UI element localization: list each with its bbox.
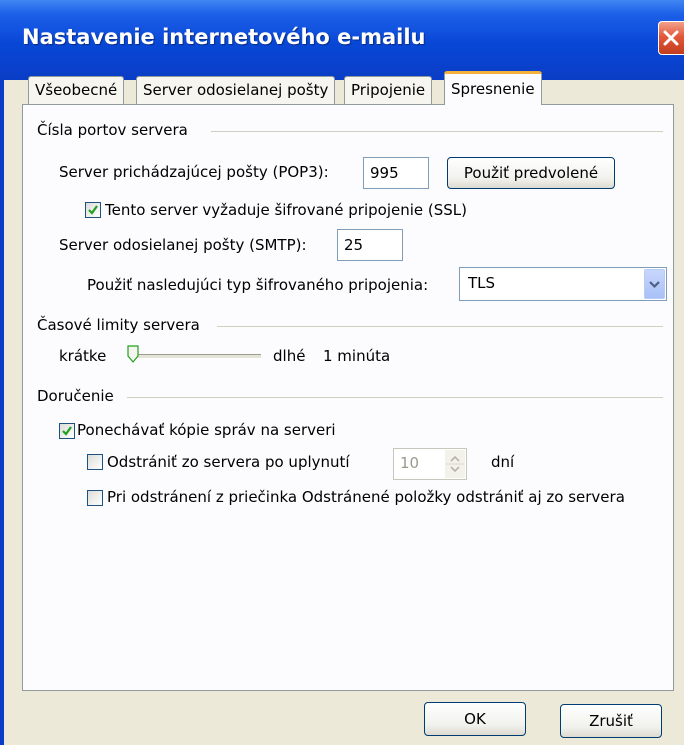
dialog-window: Nastavenie internetového e-mailu Všeobec…: [0, 0, 684, 745]
group-label-timeouts: Časové limity servera: [37, 316, 200, 334]
timeout-slider-track[interactable]: [133, 354, 261, 359]
checkmark-icon: [62, 426, 72, 436]
incoming-port-input[interactable]: 995: [363, 157, 429, 189]
encryption-type-value: TLS: [468, 274, 496, 292]
group-label-ports: Čísla portov servera: [37, 121, 188, 139]
remove-after-checkbox[interactable]: [87, 454, 103, 470]
timeout-value: 1 minúta: [323, 347, 391, 365]
encryption-type-select[interactable]: TLS: [459, 267, 667, 301]
ssl-checkbox[interactable]: [85, 202, 101, 218]
outgoing-port-label: Server odosielanej pošty (SMTP):: [59, 236, 307, 254]
remove-after-days-spinner[interactable]: 10: [393, 448, 467, 480]
group-label-delivery: Doručenie: [37, 387, 114, 405]
tab-panel-spresnenie: Čísla portov servera Server prichádzajúc…: [22, 104, 674, 691]
dropdown-button[interactable]: [644, 269, 665, 299]
chevron-down-icon: [649, 281, 660, 289]
timeout-long-label: dlhé: [273, 347, 306, 365]
keep-copies-label: Ponechávať kópie správ na serveri: [77, 421, 336, 439]
ok-button[interactable]: OK: [424, 702, 526, 736]
timeout-short-label: krátke: [59, 347, 107, 365]
remove-deleted-label: Pri odstránení z priečinka Odstránené po…: [107, 488, 625, 506]
window-title: Nastavenie internetového e-mailu: [22, 25, 426, 49]
use-defaults-button[interactable]: Použiť predvolené: [447, 157, 615, 189]
cancel-button[interactable]: Zrušiť: [560, 704, 662, 738]
spinner-arrows-icon: [446, 455, 464, 473]
spinner-buttons[interactable]: [445, 450, 465, 478]
remove-after-days-value: 10: [400, 454, 420, 472]
close-button[interactable]: [658, 21, 684, 55]
checkmark-icon: [88, 205, 98, 215]
remove-deleted-checkbox[interactable]: [87, 490, 103, 506]
days-unit-label: dní: [491, 453, 515, 471]
remove-after-label: Odstrániť zo servera po uplynutí: [107, 453, 350, 471]
title-bar[interactable]: Nastavenie internetového e-mailu: [0, 0, 684, 80]
timeout-slider-thumb[interactable]: [127, 345, 139, 365]
keep-copies-checkbox[interactable]: [59, 423, 75, 439]
group-divider: [211, 131, 663, 132]
tab-spresnenie[interactable]: Spresnenie: [444, 71, 542, 105]
encryption-type-label: Použiť nasledujúci typ šifrovaného pripo…: [87, 276, 429, 294]
tab-vseobecne[interactable]: Všeobecné: [28, 76, 125, 104]
close-icon: [663, 30, 679, 46]
ssl-checkbox-label: Tento server vyžaduje šifrované pripojen…: [105, 201, 468, 219]
tab-pripojenie[interactable]: Pripojenie: [344, 76, 433, 104]
outgoing-port-input[interactable]: 25: [337, 229, 403, 261]
tab-server-odosielanej-posty[interactable]: Server odosielanej pošty: [136, 76, 336, 104]
group-divider: [217, 326, 663, 327]
incoming-port-label: Server prichádzajúcej pošty (POP3):: [59, 163, 329, 181]
group-divider: [127, 397, 663, 398]
